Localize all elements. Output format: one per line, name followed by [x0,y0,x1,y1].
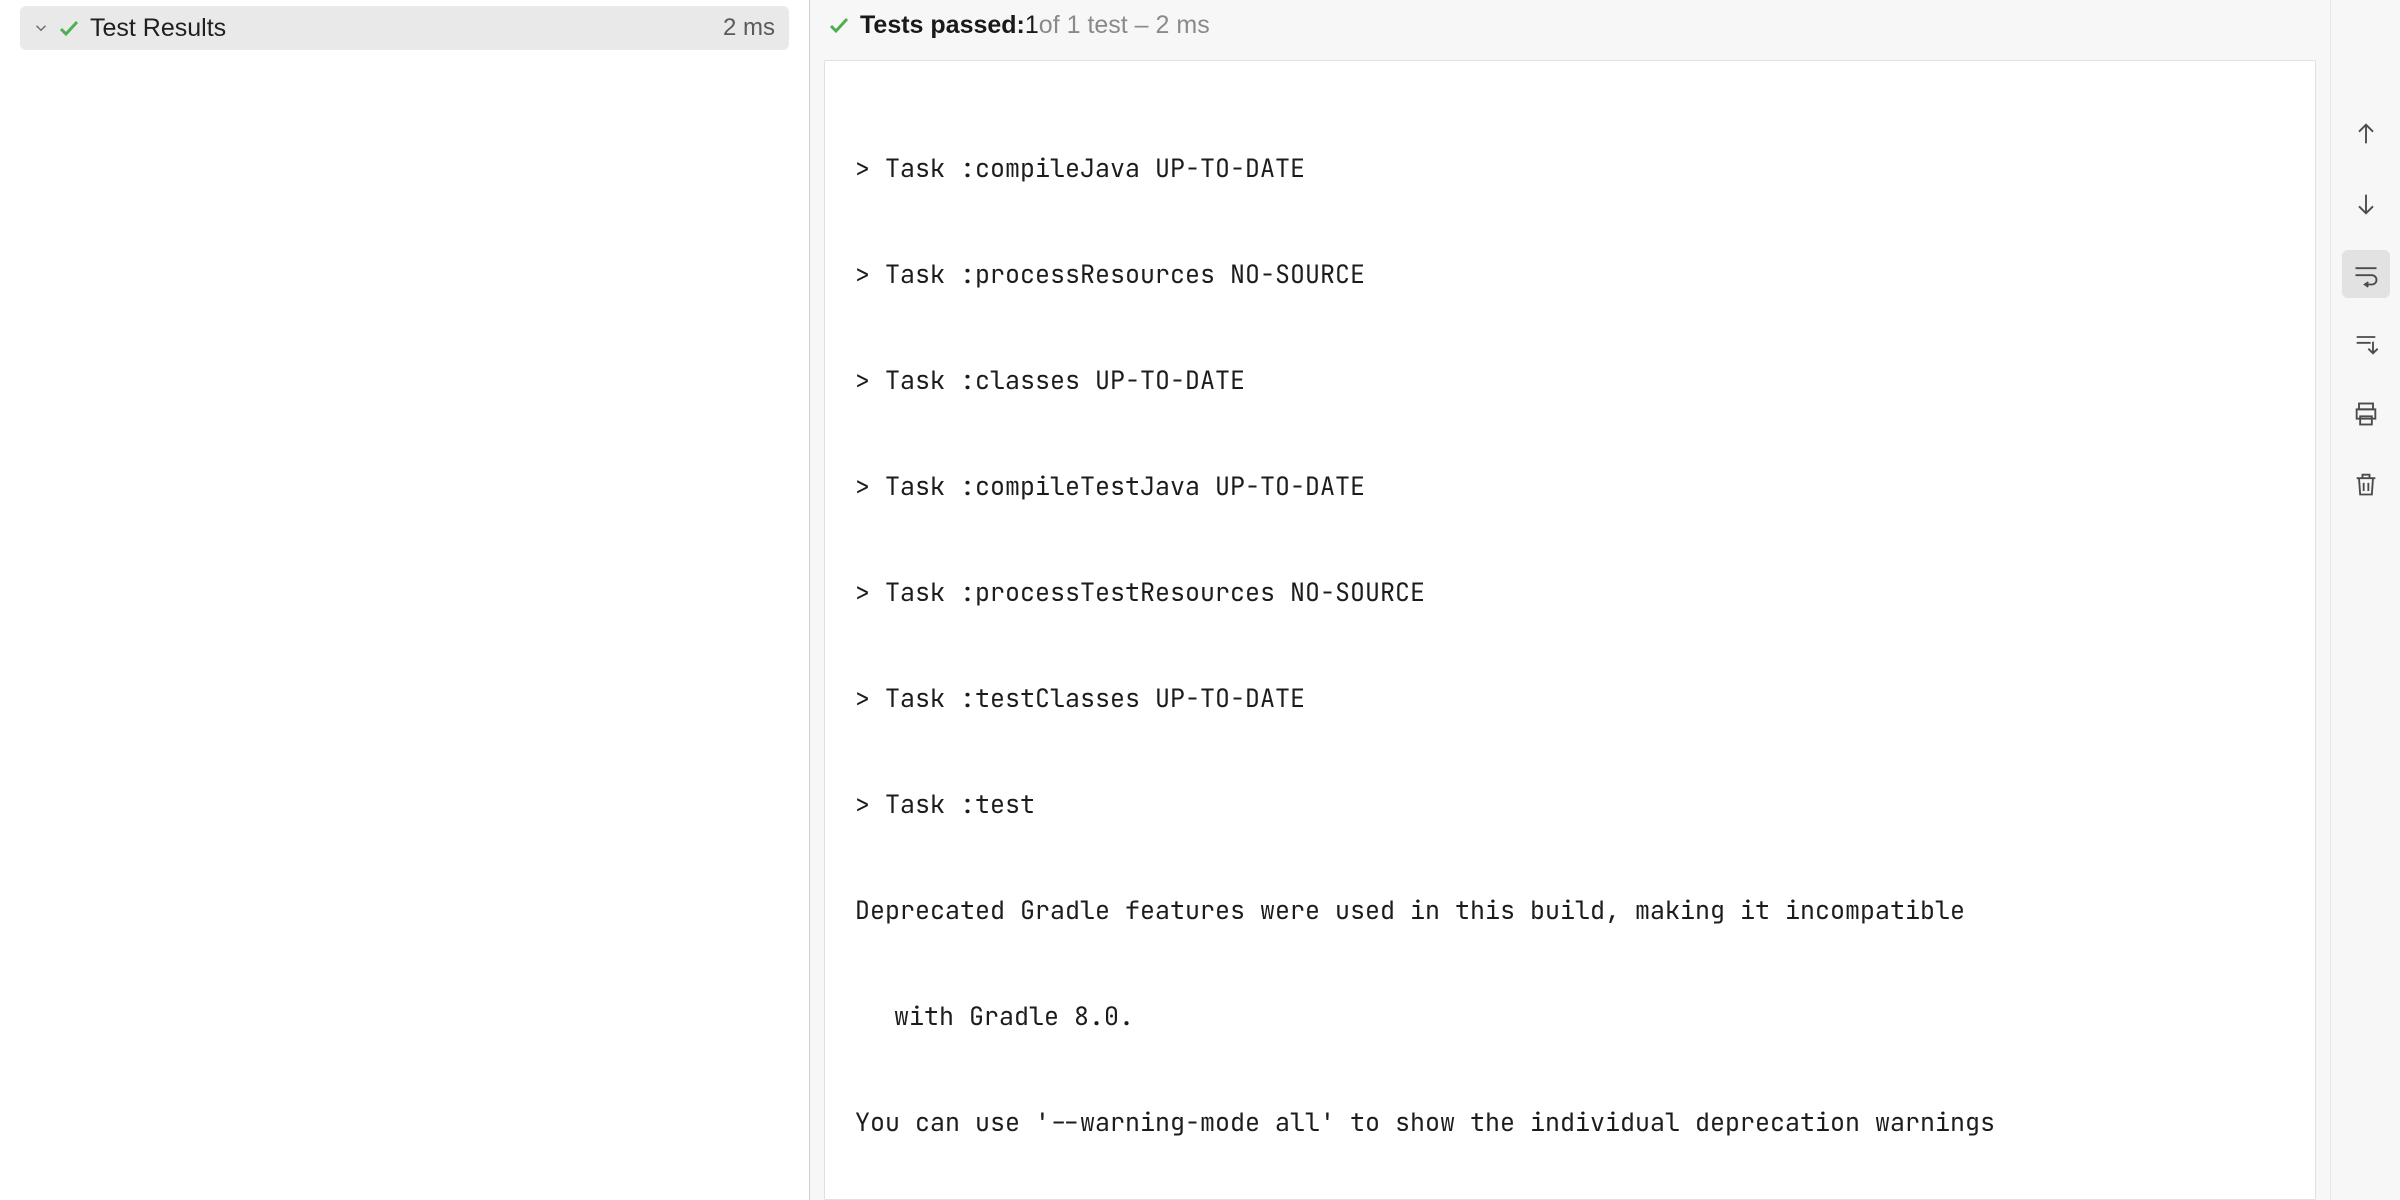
console-line: with Gradle 8.0. [855,990,2285,1043]
test-runner-panel: Test Results 2 ms Tests passed: 1 of 1 t… [0,0,2400,1200]
console-line: > Task :test [855,778,2285,831]
scroll-to-end-icon[interactable] [2342,320,2390,368]
console-output: > Task :compileJava UP-TO-DATE > Task :p… [825,61,2315,1200]
test-status-bar: Tests passed: 1 of 1 test – 2 ms [810,0,2330,50]
console-output-wrap[interactable]: > Task :compileJava UP-TO-DATE > Task :p… [824,60,2316,1200]
tests-passed-count: 1 [1025,11,1039,40]
test-root-duration: 2 ms [723,14,775,42]
test-tree: Test Results 2 ms [0,0,810,1200]
tests-passed-label: Tests passed: [860,11,1025,40]
chevron-down-icon[interactable] [28,19,54,37]
console-panel: Tests passed: 1 of 1 test – 2 ms > Task … [810,0,2330,1200]
test-root-label: Test Results [90,14,723,43]
arrow-down-icon[interactable] [2342,180,2390,228]
console-line: > Task :processTestResources NO-SOURCE [855,566,2285,619]
console-line: > Task :classes UP-TO-DATE [855,354,2285,407]
arrow-up-icon[interactable] [2342,110,2390,158]
soft-wrap-icon[interactable] [2342,250,2390,298]
check-icon [824,13,854,37]
console-line: > Task :testClasses UP-TO-DATE [855,672,2285,725]
console-line: > Task :compileJava UP-TO-DATE [855,142,2285,195]
print-icon[interactable] [2342,390,2390,438]
console-line: You can use '--warning-mode all' to show… [855,1096,2285,1149]
console-toolbar [2330,0,2400,1200]
test-results-root-row[interactable]: Test Results 2 ms [20,6,789,50]
check-icon [54,16,84,40]
console-line: Deprecated Gradle features were used in … [855,884,2285,937]
console-line: > Task :compileTestJava UP-TO-DATE [855,460,2285,513]
tests-passed-tail: of 1 test – 2 ms [1039,11,1210,40]
console-line: > Task :processResources NO-SOURCE [855,248,2285,301]
trash-icon[interactable] [2342,460,2390,508]
